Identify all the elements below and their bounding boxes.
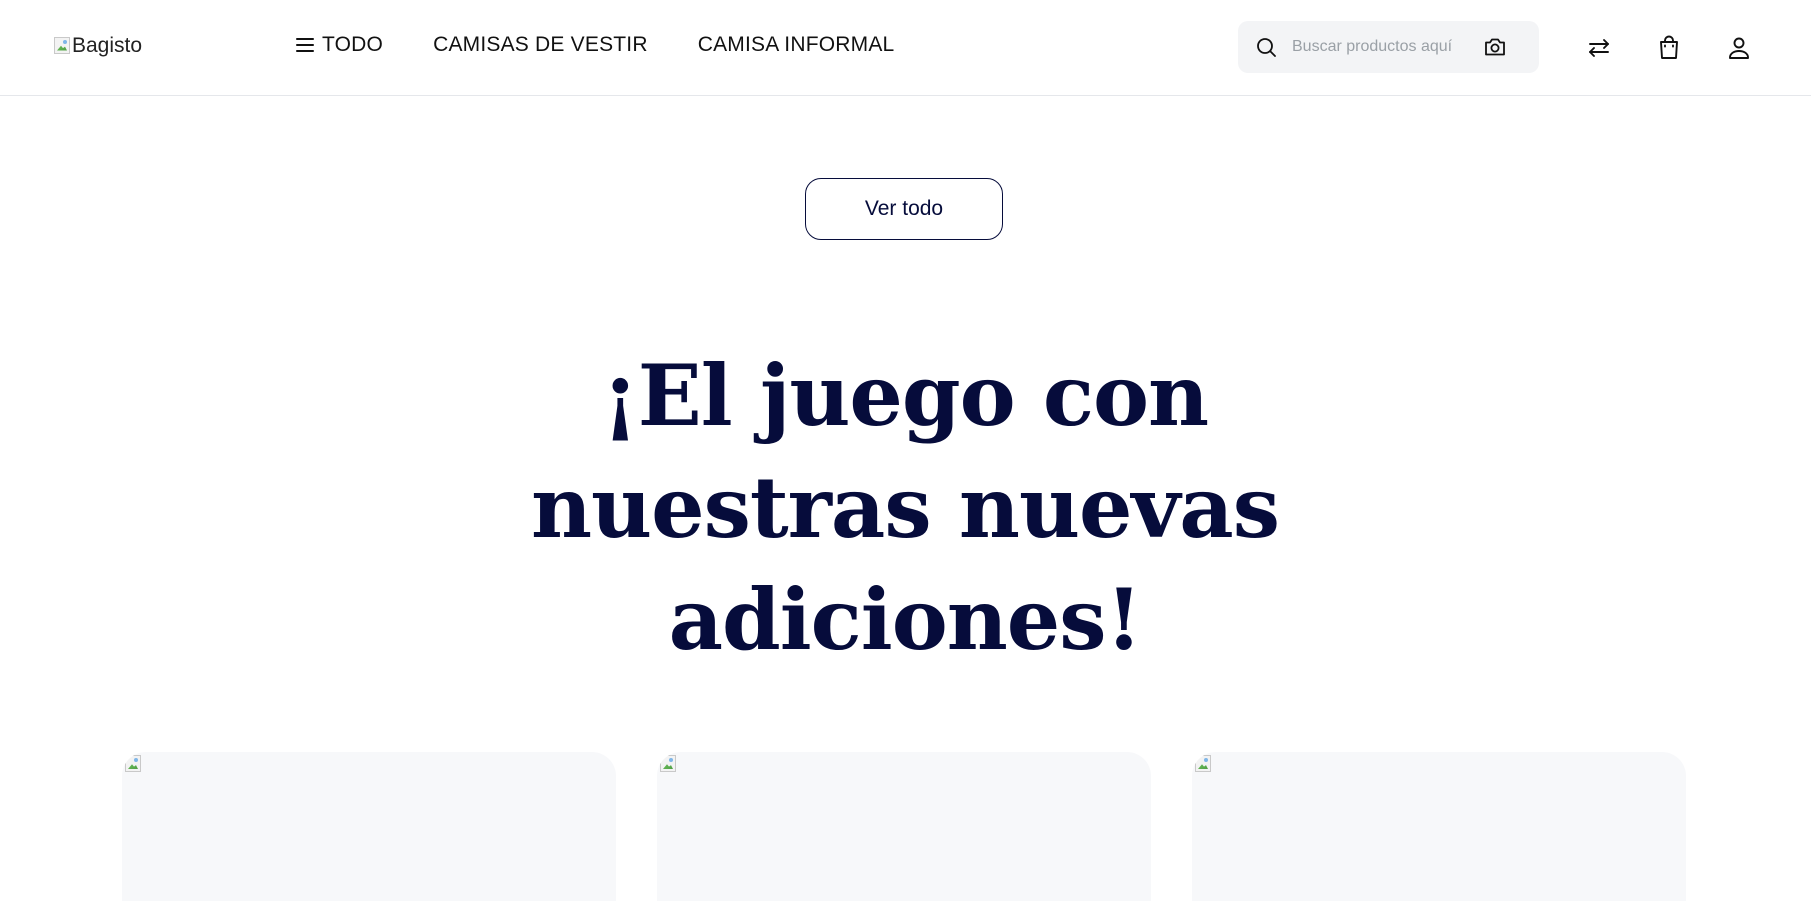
camera-icon[interactable] — [1482, 34, 1508, 60]
compare-icon[interactable] — [1585, 34, 1613, 62]
broken-image-icon — [125, 755, 141, 772]
nav-item-dress-shirts[interactable]: CAMISAS DE VESTIR — [433, 33, 648, 57]
shopping-bag-icon[interactable] — [1655, 34, 1683, 62]
hamburger-menu-icon — [296, 38, 314, 52]
product-card[interactable] — [122, 752, 616, 901]
site-header: Bagisto TODO CAMISAS DE VESTIR CAMISA IN… — [0, 0, 1811, 96]
product-card[interactable] — [657, 752, 1151, 901]
view-all-button[interactable]: Ver todo — [805, 178, 1003, 240]
search-icon — [1257, 38, 1276, 57]
nav-item-all-label: TODO — [322, 33, 384, 56]
search-input[interactable] — [1292, 35, 1470, 59]
nav-item-all[interactable]: TODO — [296, 33, 383, 57]
page: Bagisto TODO CAMISAS DE VESTIR CAMISA IN… — [0, 0, 1811, 901]
logo-link[interactable]: Bagisto — [54, 30, 142, 60]
logo-broken-image-icon — [54, 36, 70, 54]
search-bar — [1238, 21, 1539, 73]
user-icon[interactable] — [1725, 34, 1753, 62]
broken-image-icon — [1195, 755, 1211, 772]
nav-item-label: CAMISA INFORMAL — [697, 33, 895, 56]
product-card-grid — [0, 752, 1811, 901]
section-headline: ¡El juego con nuestras nuevas adiciones! — [530, 346, 1280, 669]
broken-image-icon — [660, 755, 676, 772]
product-card[interactable] — [1192, 752, 1686, 901]
logo-alt-text: Bagisto — [72, 33, 143, 57]
nav-item-casual-shirt[interactable]: CAMISA INFORMAL — [698, 33, 895, 57]
nav-item-label: CAMISAS DE VESTIR — [433, 33, 648, 56]
main-nav: TODO CAMISAS DE VESTIR CAMISA INFORMAL — [296, 30, 894, 60]
